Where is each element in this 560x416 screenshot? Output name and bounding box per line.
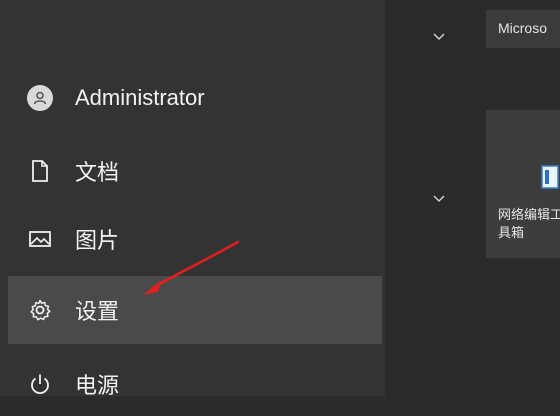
red-arrow-icon	[143, 240, 240, 295]
